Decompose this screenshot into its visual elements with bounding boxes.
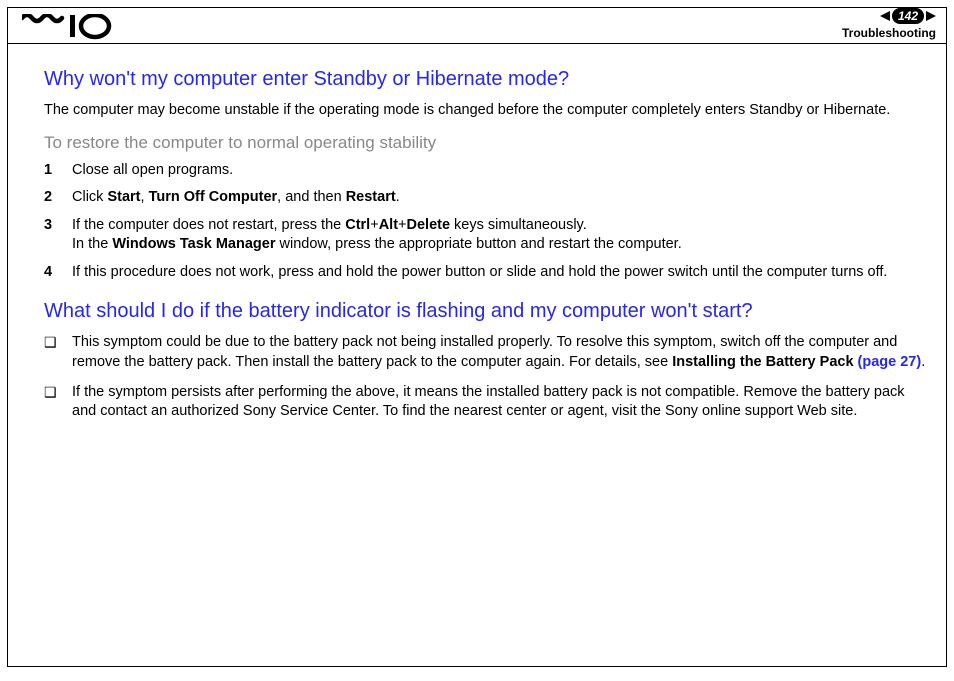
step-text: Click [72, 189, 107, 205]
step-text: If this procedure does not work, press a… [72, 264, 887, 280]
step-text: . [396, 189, 400, 205]
bold-text: Turn Off Computer [149, 189, 278, 205]
bullet-list: This symptom could be due to the battery… [44, 333, 928, 421]
section-label: Troubleshooting [842, 26, 936, 40]
bullet-item: This symptom could be due to the battery… [44, 333, 928, 372]
question-heading-1: Why won't my computer enter Standby or H… [44, 68, 928, 91]
step-item: 1 Close all open programs. [44, 161, 928, 181]
step-text: keys simultaneously. [450, 217, 587, 233]
step-text: + [398, 217, 406, 233]
bold-text: Ctrl [345, 217, 370, 233]
bullet-text: If the symptom persists after performing… [72, 384, 905, 420]
step-text: , and then [277, 189, 346, 205]
step-number: 4 [44, 263, 52, 283]
bold-text: Windows Task Manager [112, 236, 275, 252]
bold-text: Installing the Battery Pack [672, 354, 857, 370]
step-number: 3 [44, 216, 52, 236]
step-text: Close all open programs. [72, 162, 233, 178]
next-page-icon[interactable] [926, 11, 936, 21]
step-item: 3 If the computer does not restart, pres… [44, 216, 928, 255]
bold-text: Delete [407, 217, 451, 233]
question-heading-2: What should I do if the battery indicato… [44, 300, 928, 323]
step-text: + [370, 217, 378, 233]
page-nav: 142 [880, 8, 936, 24]
step-item: 2 Click Start, Turn Off Computer, and th… [44, 188, 928, 208]
step-text: window, press the appropriate button and… [275, 236, 681, 252]
bullet-item: If the symptom persists after performing… [44, 383, 928, 422]
step-text: , [141, 189, 149, 205]
bold-text: Alt [379, 217, 398, 233]
bold-text: Start [107, 189, 140, 205]
sub-heading: To restore the computer to normal operat… [44, 133, 928, 153]
step-text: If the computer does not restart, press … [72, 217, 345, 233]
steps-list: 1 Close all open programs. 2 Click Start… [44, 161, 928, 283]
header-bar: 142 Troubleshooting [8, 8, 946, 44]
step-number: 1 [44, 161, 52, 181]
page-link[interactable]: (page 27) [858, 354, 922, 370]
step-item: 4 If this procedure does not work, press… [44, 263, 928, 283]
content-area: Why won't my computer enter Standby or H… [8, 44, 946, 422]
intro-paragraph: The computer may become unstable if the … [44, 101, 928, 121]
prev-page-icon[interactable] [880, 11, 890, 21]
bullet-text: . [921, 354, 925, 370]
vaio-logo [22, 14, 122, 40]
step-number: 2 [44, 188, 52, 208]
page-number: 142 [892, 8, 924, 24]
step-text: In the [72, 236, 112, 252]
bold-text: Restart [346, 189, 396, 205]
page-frame: 142 Troubleshooting Why won't my compute… [7, 7, 947, 667]
